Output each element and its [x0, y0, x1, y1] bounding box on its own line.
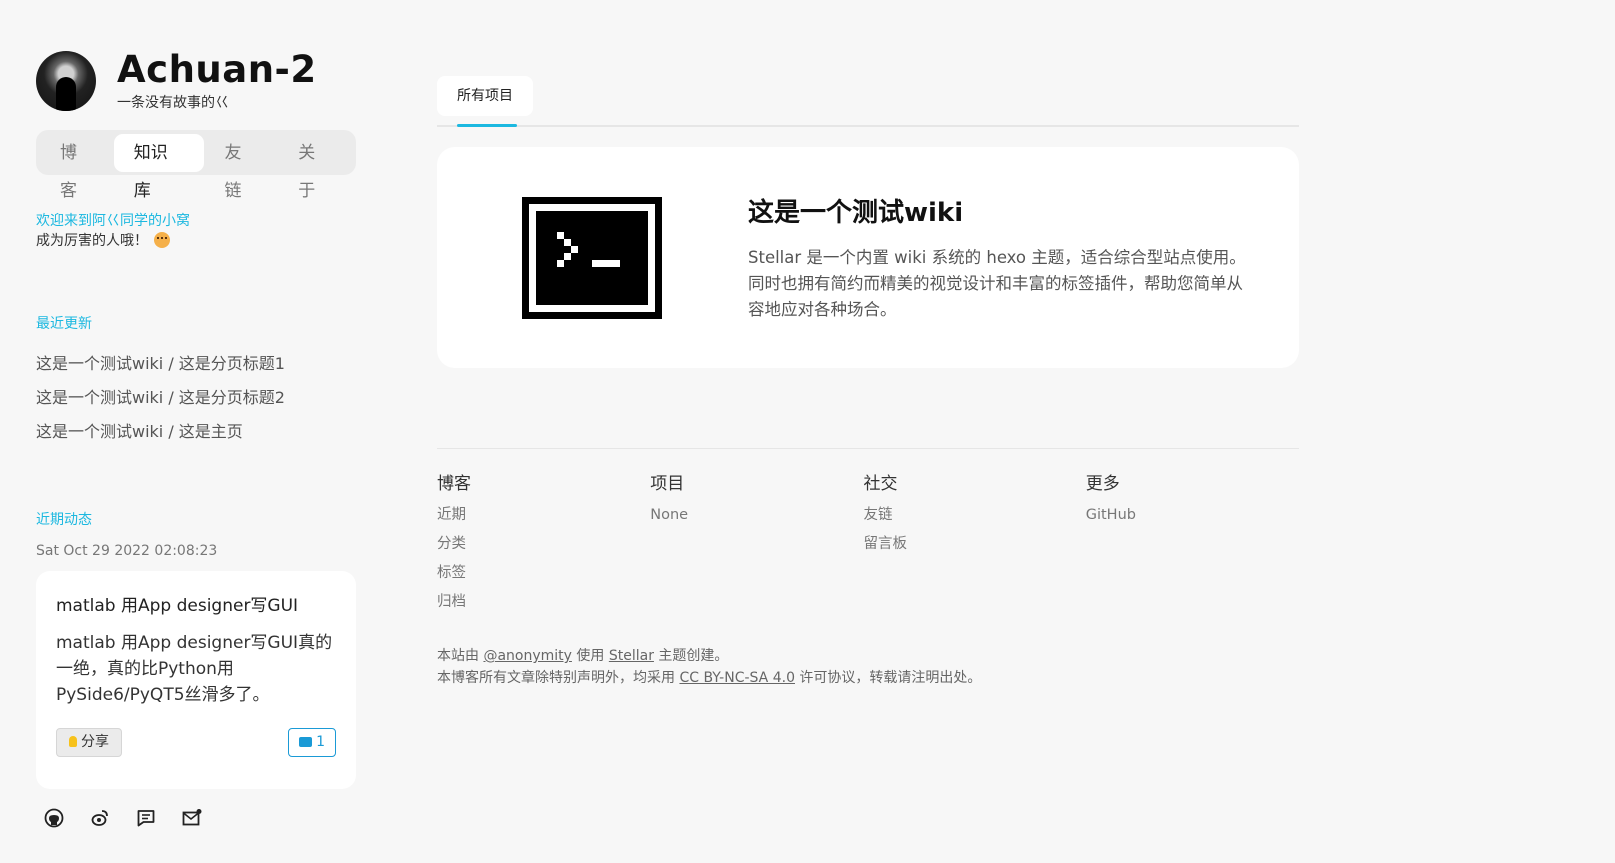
footer-link[interactable]: 留言板 — [864, 530, 1086, 559]
avatar[interactable] — [36, 51, 96, 111]
footer-column-social: 社交 友链 留言板 — [864, 469, 1086, 617]
footer-link[interactable]: 标签 — [437, 559, 650, 588]
footer-link[interactable]: None — [650, 501, 863, 530]
activity-card-body: matlab 用App designer写GUI真的一绝，真的比Python用P… — [56, 633, 333, 705]
footer-column-heading: 社交 — [863, 474, 898, 494]
footer-link[interactable]: 分类 — [437, 530, 650, 559]
nav-tab-friends[interactable]: 友链 — [204, 134, 278, 201]
footer-link[interactable]: GitHub — [1086, 501, 1299, 530]
site-footer: 博客 近期 分类 标签 归档 项目 None 社交 友链 留言板 更多 GitH… — [437, 448, 1299, 689]
recent-updates-list: 这是一个测试wiki / 这是分页标题1 这是一个测试wiki / 这是分页标题… — [36, 347, 356, 449]
recent-item[interactable]: 这是一个测试wiki / 这是主页 — [36, 415, 356, 449]
comment-count-button[interactable]: 1 — [288, 728, 336, 757]
site-title[interactable]: Achuan-2 — [117, 50, 317, 90]
footer-columns: 博客 近期 分类 标签 归档 项目 None 社交 友链 留言板 更多 GitH… — [437, 469, 1299, 617]
welcome-line-1: 欢迎来到阿巜同学的小窝 — [36, 213, 190, 229]
activity-card-title[interactable]: matlab 用App designer写GUI — [56, 591, 336, 616]
wiki-project-card[interactable]: 这是一个测试wiki Stellar 是一个内置 wiki 系统的 hexo 主… — [437, 147, 1299, 368]
footer-note-text: 本博客所有文章除特别声明外，均采用 — [437, 670, 680, 686]
recent-updates-heading: 最近更新 — [36, 316, 92, 332]
tab-all-projects[interactable]: 所有项目 — [437, 76, 533, 116]
recent-activity-heading: 近期动态 — [36, 512, 92, 528]
comment-icon — [299, 737, 313, 747]
share-tag-button[interactable]: 分享 — [56, 728, 122, 757]
mail-icon[interactable] — [182, 808, 202, 828]
sidebar: Achuan-2 一条没有故事的巜 博客 知识库 友链 关于 欢迎来到阿巜同学的… — [36, 50, 356, 789]
recent-activity: 近期动态 Sat Oct 29 2022 02:08:23 matlab 用Ap… — [36, 509, 356, 789]
footer-link[interactable]: 友链 — [864, 501, 1086, 530]
activity-card-footer: 分享 1 — [56, 728, 336, 757]
terminal-icon — [522, 196, 662, 319]
welcome-line-2: 成为厉害的人哦！ — [36, 231, 356, 251]
footer-link[interactable]: 近期 — [437, 501, 650, 530]
message-icon[interactable] — [136, 808, 156, 828]
weibo-icon[interactable] — [90, 808, 110, 828]
recent-updates: 最近更新 这是一个测试wiki / 这是分页标题1 这是一个测试wiki / 这… — [36, 313, 356, 449]
nav-tab-blog[interactable]: 博客 — [40, 134, 114, 201]
footer-note-text: 主题创建。 — [653, 648, 729, 664]
wiki-card-text: 这是一个测试wiki Stellar 是一个内置 wiki 系统的 hexo 主… — [748, 192, 1248, 323]
footer-column-blog: 博客 近期 分类 标签 归档 — [437, 469, 650, 617]
github-icon[interactable] — [44, 808, 64, 828]
site-title-block: Achuan-2 一条没有故事的巜 — [117, 50, 317, 112]
activity-timestamp: Sat Oct 29 2022 02:08:23 — [36, 543, 218, 559]
wiki-title[interactable]: 这是一个测试wiki — [748, 192, 1248, 229]
footer-column-more: 更多 GitHub — [1086, 469, 1299, 617]
recent-item[interactable]: 这是一个测试wiki / 这是分页标题1 — [36, 347, 356, 381]
recent-item[interactable]: 这是一个测试wiki / 这是分页标题2 — [36, 381, 356, 415]
share-tag-label: 分享 — [81, 734, 109, 750]
site-header: Achuan-2 一条没有故事的巜 — [36, 50, 356, 112]
activity-card[interactable]: matlab 用App designer写GUI matlab 用App des… — [36, 571, 356, 789]
nav-tab-wiki[interactable]: 知识库 — [113, 133, 205, 201]
project-tabbar: 所有项目 — [437, 76, 1299, 127]
footer-column-heading: 博客 — [437, 474, 471, 494]
footer-column-heading: 项目 — [650, 474, 685, 494]
welcome-line-2-text: 成为厉害的人哦！ — [36, 233, 148, 249]
author-link[interactable]: @anonymity — [483, 648, 571, 664]
footer-column-heading: 更多 — [1085, 474, 1120, 494]
welcome-message: 欢迎来到阿巜同学的小窝 成为厉害的人哦！ — [36, 211, 356, 251]
footer-license: 本博客所有文章除特别声明外，均采用 CC BY-NC-SA 4.0 许可协议，转… — [437, 667, 1299, 689]
footer-note-text: 使用 — [571, 648, 609, 664]
main-content: 所有项目 这是一个测试wiki Stellar 是一个内置 wiki 系统的 h… — [437, 76, 1299, 689]
license-link[interactable]: CC BY-NC-SA 4.0 — [679, 670, 795, 686]
wiki-description: Stellar 是一个内置 wiki 系统的 hexo 主题，适合综合型站点使用… — [748, 248, 1246, 319]
footer-link[interactable]: 归档 — [437, 588, 650, 617]
footer-powered-by: 本站由 @anonymity 使用 Stellar 主题创建。 — [437, 645, 1299, 667]
nav-tab-about[interactable]: 关于 — [278, 134, 352, 201]
tab-active-indicator — [457, 124, 517, 127]
social-links — [44, 808, 202, 828]
footer-note-text: 许可协议，转载请注明出处。 — [794, 670, 982, 686]
nav-tabs: 博客 知识库 友链 关于 — [36, 130, 356, 201]
site-subtitle: 一条没有故事的巜 — [117, 95, 229, 111]
footer-note-text: 本站由 — [437, 648, 484, 664]
footer-column-projects: 项目 None — [650, 469, 863, 617]
comment-count: 1 — [316, 734, 325, 750]
footer-notes: 本站由 @anonymity 使用 Stellar 主题创建。 本博客所有文章除… — [437, 645, 1299, 689]
lightbulb-icon — [69, 736, 77, 747]
emoji-icon — [154, 232, 170, 248]
theme-link[interactable]: Stellar — [609, 648, 654, 664]
